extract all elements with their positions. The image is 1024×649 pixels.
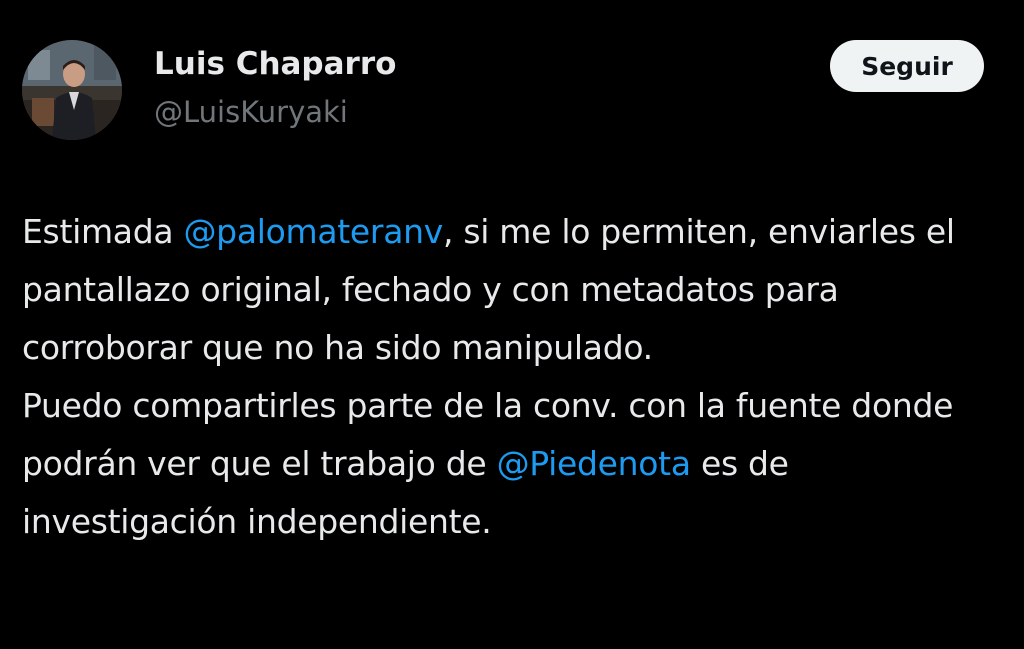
tweet-header: Luis Chaparro @LuisKuryaki Seguir <box>22 40 984 144</box>
author-handle[interactable]: @LuisKuryaki <box>154 94 348 130</box>
tweet-paragraph: Puedo compartirles parte de la conv. con… <box>22 377 997 551</box>
tweet-text-segment: Puedo compartirles parte de la conv. con… <box>22 386 954 483</box>
tweet-text: Estimada @palomateranv, si me lo permite… <box>22 203 997 551</box>
mention-link[interactable]: @palomateranv <box>183 212 443 251</box>
avatar[interactable] <box>22 40 122 140</box>
mention-link[interactable]: @Piedenota <box>497 444 691 483</box>
tweet-text-segment: Estimada <box>22 212 184 251</box>
author-name[interactable]: Luis Chaparro <box>154 46 396 82</box>
user-photo-avatar-icon <box>22 40 122 140</box>
tweet-paragraph: Estimada @palomateranv, si me lo permite… <box>22 203 997 377</box>
follow-button[interactable]: Seguir <box>830 40 984 92</box>
